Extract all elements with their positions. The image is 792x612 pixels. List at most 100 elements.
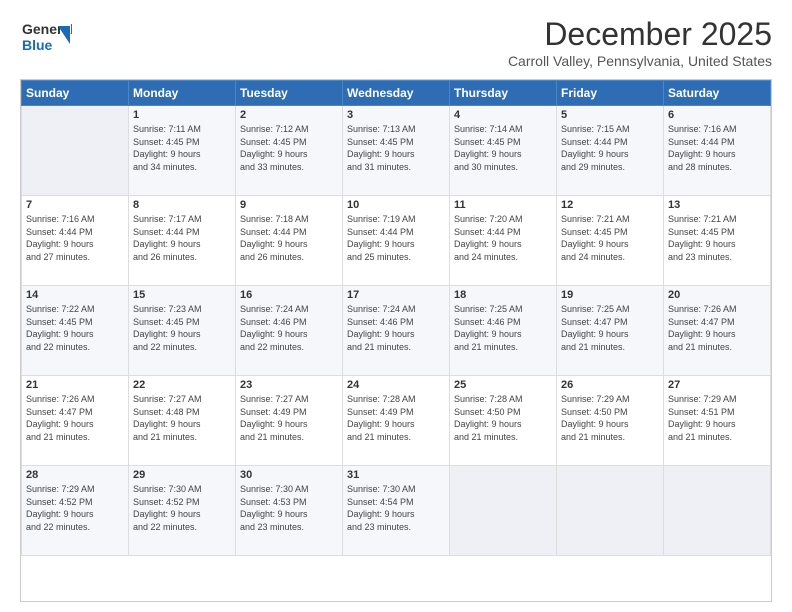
cell-details: Sunrise: 7:21 AMSunset: 4:45 PMDaylight:… xyxy=(561,213,659,263)
calendar-cell: 18 Sunrise: 7:25 AMSunset: 4:46 PMDayligh… xyxy=(450,286,557,376)
calendar-week-row: 1 Sunrise: 7:11 AMSunset: 4:45 PMDaylight… xyxy=(22,106,771,196)
cell-details: Sunrise: 7:24 AMSunset: 4:46 PMDaylight:… xyxy=(240,303,338,353)
cell-details: Sunrise: 7:28 AMSunset: 4:50 PMDaylight:… xyxy=(454,393,552,443)
day-number: 21 xyxy=(26,379,124,391)
day-number: 29 xyxy=(133,469,231,481)
calendar-cell: 30Sunrise: 7:30 AMSunset: 4:53 PMDayligh… xyxy=(236,466,343,556)
calendar-cell: 2Sunrise: 7:12 AMSunset: 4:45 PMDaylight… xyxy=(236,106,343,196)
calendar-cell: 9Sunrise: 7:18 AMSunset: 4:44 PMDaylight… xyxy=(236,196,343,286)
title-area: December 2025 Carroll Valley, Pennsylvan… xyxy=(508,16,772,69)
day-number: 19 xyxy=(561,289,659,301)
calendar-cell: 4 Sunrise: 7:14 AMSunset: 4:45 PMDaylight… xyxy=(450,106,557,196)
day-number: 28 xyxy=(26,469,124,481)
calendar-cell: 11 Sunrise: 7:20 AMSunset: 4:44 PMDayligh… xyxy=(450,196,557,286)
weekday-header-cell: Monday xyxy=(129,81,236,106)
weekday-header-cell: Friday xyxy=(557,81,664,106)
calendar-cell: 31 Sunrise: 7:30 AMSunset: 4:54 PMDayligh… xyxy=(343,466,450,556)
day-number: 11 xyxy=(454,199,552,211)
calendar-cell: 8 Sunrise: 7:17 AMSunset: 4:44 PMDaylight… xyxy=(129,196,236,286)
calendar-week-row: 14Sunrise: 7:22 AMSunset: 4:45 PMDayligh… xyxy=(22,286,771,376)
day-number: 10 xyxy=(347,199,445,211)
cell-details: Sunrise: 7:17 AMSunset: 4:44 PMDaylight:… xyxy=(133,213,231,263)
day-number: 1 xyxy=(133,109,231,121)
calendar-cell: 7Sunrise: 7:16 AMSunset: 4:44 PMDaylight… xyxy=(22,196,129,286)
day-number: 23 xyxy=(240,379,338,391)
calendar-cell: 15 Sunrise: 7:23 AMSunset: 4:45 PMDayligh… xyxy=(129,286,236,376)
day-number: 22 xyxy=(133,379,231,391)
day-number: 8 xyxy=(133,199,231,211)
cell-details: Sunrise: 7:20 AMSunset: 4:44 PMDaylight:… xyxy=(454,213,552,263)
cell-details: Sunrise: 7:18 AMSunset: 4:44 PMDaylight:… xyxy=(240,213,338,263)
calendar-cell xyxy=(557,466,664,556)
cell-details: Sunrise: 7:26 AMSunset: 4:47 PMDaylight:… xyxy=(26,393,124,443)
cell-details: Sunrise: 7:15 AMSunset: 4:44 PMDaylight:… xyxy=(561,123,659,173)
weekday-header-cell: Tuesday xyxy=(236,81,343,106)
calendar-body: 1 Sunrise: 7:11 AMSunset: 4:45 PMDaylight… xyxy=(22,106,771,556)
day-number: 12 xyxy=(561,199,659,211)
page: General Blue December 2025 Carroll Valle… xyxy=(0,0,792,612)
calendar-cell: 13Sunrise: 7:21 AMSunset: 4:45 PMDayligh… xyxy=(664,196,771,286)
day-number: 20 xyxy=(668,289,766,301)
cell-details: Sunrise: 7:28 AMSunset: 4:49 PMDaylight:… xyxy=(347,393,445,443)
calendar-cell: 6Sunrise: 7:16 AMSunset: 4:44 PMDaylight… xyxy=(664,106,771,196)
calendar-cell: 23 Sunrise: 7:27 AMSunset: 4:49 PMDayligh… xyxy=(236,376,343,466)
cell-details: Sunrise: 7:30 AMSunset: 4:54 PMDaylight:… xyxy=(347,483,445,533)
weekday-header-cell: Sunday xyxy=(22,81,129,106)
calendar-cell xyxy=(664,466,771,556)
day-number: 18 xyxy=(454,289,552,301)
cell-details: Sunrise: 7:14 AMSunset: 4:45 PMDaylight:… xyxy=(454,123,552,173)
cell-details: Sunrise: 7:13 AMSunset: 4:45 PMDaylight:… xyxy=(347,123,445,173)
cell-details: Sunrise: 7:25 AMSunset: 4:47 PMDaylight:… xyxy=(561,303,659,353)
logo-icon: General Blue xyxy=(20,16,72,60)
day-number: 17 xyxy=(347,289,445,301)
calendar-cell: 1 Sunrise: 7:11 AMSunset: 4:45 PMDaylight… xyxy=(129,106,236,196)
logo: General Blue xyxy=(20,16,72,60)
calendar-header-row: SundayMondayTuesdayWednesdayThursdayFrid… xyxy=(22,81,771,106)
calendar-cell: 29 Sunrise: 7:30 AMSunset: 4:52 PMDayligh… xyxy=(129,466,236,556)
cell-details: Sunrise: 7:30 AMSunset: 4:52 PMDaylight:… xyxy=(133,483,231,533)
day-number: 15 xyxy=(133,289,231,301)
cell-details: Sunrise: 7:22 AMSunset: 4:45 PMDaylight:… xyxy=(26,303,124,353)
calendar-cell xyxy=(450,466,557,556)
cell-details: Sunrise: 7:29 AMSunset: 4:52 PMDaylight:… xyxy=(26,483,124,533)
cell-details: Sunrise: 7:19 AMSunset: 4:44 PMDaylight:… xyxy=(347,213,445,263)
calendar-week-row: 7Sunrise: 7:16 AMSunset: 4:44 PMDaylight… xyxy=(22,196,771,286)
day-number: 3 xyxy=(347,109,445,121)
cell-details: Sunrise: 7:16 AMSunset: 4:44 PMDaylight:… xyxy=(26,213,124,263)
calendar-cell: 5 Sunrise: 7:15 AMSunset: 4:44 PMDaylight… xyxy=(557,106,664,196)
cell-details: Sunrise: 7:29 AMSunset: 4:50 PMDaylight:… xyxy=(561,393,659,443)
day-number: 5 xyxy=(561,109,659,121)
day-number: 31 xyxy=(347,469,445,481)
cell-details: Sunrise: 7:29 AMSunset: 4:51 PMDaylight:… xyxy=(668,393,766,443)
cell-details: Sunrise: 7:25 AMSunset: 4:46 PMDaylight:… xyxy=(454,303,552,353)
cell-details: Sunrise: 7:24 AMSunset: 4:46 PMDaylight:… xyxy=(347,303,445,353)
svg-text:Blue: Blue xyxy=(22,37,53,53)
calendar-week-row: 21 Sunrise: 7:26 AMSunset: 4:47 PMDayligh… xyxy=(22,376,771,466)
calendar-cell: 3 Sunrise: 7:13 AMSunset: 4:45 PMDaylight… xyxy=(343,106,450,196)
header: General Blue December 2025 Carroll Valle… xyxy=(20,16,772,69)
calendar-cell: 14Sunrise: 7:22 AMSunset: 4:45 PMDayligh… xyxy=(22,286,129,376)
day-number: 24 xyxy=(347,379,445,391)
cell-details: Sunrise: 7:23 AMSunset: 4:45 PMDaylight:… xyxy=(133,303,231,353)
weekday-header-cell: Wednesday xyxy=(343,81,450,106)
calendar-week-row: 28 Sunrise: 7:29 AMSunset: 4:52 PMDayligh… xyxy=(22,466,771,556)
calendar-cell: 24 Sunrise: 7:28 AMSunset: 4:49 PMDayligh… xyxy=(343,376,450,466)
cell-details: Sunrise: 7:27 AMSunset: 4:48 PMDaylight:… xyxy=(133,393,231,443)
calendar: SundayMondayTuesdayWednesdayThursdayFrid… xyxy=(20,79,772,602)
calendar-cell: 16 Sunrise: 7:24 AMSunset: 4:46 PMDayligh… xyxy=(236,286,343,376)
calendar-cell: 21 Sunrise: 7:26 AMSunset: 4:47 PMDayligh… xyxy=(22,376,129,466)
cell-details: Sunrise: 7:21 AMSunset: 4:45 PMDaylight:… xyxy=(668,213,766,263)
day-number: 6 xyxy=(668,109,766,121)
calendar-cell: 28 Sunrise: 7:29 AMSunset: 4:52 PMDayligh… xyxy=(22,466,129,556)
weekday-header-cell: Thursday xyxy=(450,81,557,106)
day-number: 16 xyxy=(240,289,338,301)
calendar-cell: 10 Sunrise: 7:19 AMSunset: 4:44 PMDayligh… xyxy=(343,196,450,286)
day-number: 4 xyxy=(454,109,552,121)
cell-details: Sunrise: 7:11 AMSunset: 4:45 PMDaylight:… xyxy=(133,123,231,173)
day-number: 25 xyxy=(454,379,552,391)
day-number: 26 xyxy=(561,379,659,391)
day-number: 27 xyxy=(668,379,766,391)
day-number: 2 xyxy=(240,109,338,121)
day-number: 30 xyxy=(240,469,338,481)
cell-details: Sunrise: 7:27 AMSunset: 4:49 PMDaylight:… xyxy=(240,393,338,443)
